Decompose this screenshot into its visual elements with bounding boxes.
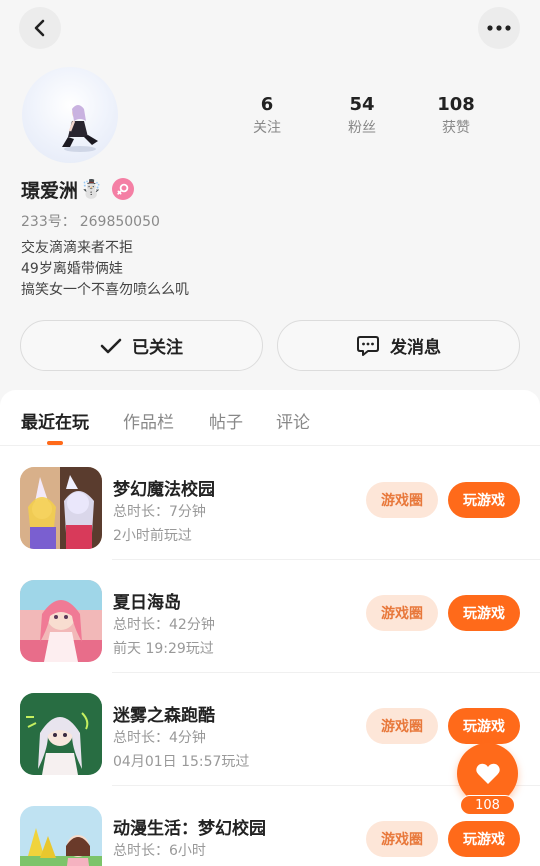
profile-header: 6 关注 54 粉丝 108 获赞 璟爱洲 ☃️ 233号： 269850050 … [0,0,540,390]
stat-label: 关注 [253,120,281,136]
bio-line: 49岁离婚带俩娃 [21,261,123,277]
stat-value: 6 [260,94,274,115]
game-icon-image[interactable] [20,580,102,662]
stat-likes[interactable]: 108 获赞 [416,94,496,140]
game-last-played: 2小时前玩过 [113,528,192,544]
content-panel: 最近在玩 作品栏 帖子 评论 梦幻魔法校园 总时长：7分钟 2小时前玩过 游戏圈… [0,390,540,866]
game-icon-image[interactable] [20,693,102,775]
followed-label: 已关注 [132,338,183,358]
game-circle-button[interactable]: 游戏圈 [366,708,438,744]
play-game-button[interactable]: 玩游戏 [448,595,520,631]
game-duration: 总时长：42分钟 [113,617,215,633]
game-last-played: 前天 19:29玩过 [113,641,214,657]
like-count: 108 [460,795,515,815]
tab-recently-played[interactable]: 最近在玩 [21,408,89,433]
tab-comments[interactable]: 评论 [276,408,310,433]
stat-label: 获赞 [442,120,470,136]
more-horizontal-icon [487,25,511,31]
stat-following[interactable]: 6 关注 [227,94,307,140]
stat-fans[interactable]: 54 粉丝 [322,94,402,140]
bio-line: 交友滴滴来者不拒 [21,240,133,256]
play-game-button[interactable]: 玩游戏 [448,708,520,744]
play-game-button[interactable]: 玩游戏 [448,482,520,518]
more-button[interactable] [478,7,520,49]
game-title: 动漫生活：梦幻校园 [113,819,266,839]
uid-value: 269850050 [79,214,160,230]
game-title: 梦幻魔法校园 [113,480,215,500]
name-row: 璟爱洲 ☃️ [21,176,135,202]
game-list-item[interactable]: 动漫生活：梦幻校园 总时长：6小时 游戏圈 玩游戏 [0,786,540,866]
uid-label: 233号： [21,214,76,230]
heart-icon [475,763,500,784]
tab-works[interactable]: 作品栏 [123,408,174,433]
play-game-button[interactable]: 玩游戏 [448,821,520,857]
stat-value: 108 [437,94,475,115]
user-name: 璟爱洲 [21,179,79,202]
game-duration: 总时长：7分钟 [113,504,206,520]
name-emoji: ☃️ [80,178,103,200]
game-duration: 总时长：6小时 [113,843,206,859]
game-circle-button[interactable]: 游戏圈 [366,821,438,857]
game-icon-image[interactable] [20,467,102,549]
stat-value: 54 [349,94,375,115]
chevron-left-icon [34,19,45,37]
game-last-played: 04月01日 15:57玩过 [113,754,250,770]
user-id[interactable]: 233号： 269850050 [21,211,160,231]
check-icon [100,338,122,353]
game-list-item[interactable]: 梦幻魔法校园 总时长：7分钟 2小时前玩过 游戏圈 玩游戏 [0,447,540,560]
game-title: 迷雾之森跑酷 [113,706,215,726]
tab-posts[interactable]: 帖子 [209,408,243,433]
game-circle-button[interactable]: 游戏圈 [366,595,438,631]
game-list-item[interactable]: 夏日海岛 总时长：42分钟 前天 19:29玩过 游戏圈 玩游戏 [0,560,540,673]
game-icon-image[interactable] [20,806,102,866]
female-icon [112,178,135,200]
followed-button[interactable]: 已关注 [20,320,263,371]
avatar[interactable] [22,67,118,163]
game-circle-button[interactable]: 游戏圈 [366,482,438,518]
bio-line: 搞笑女一个不喜勿喷么么叽 [21,282,189,298]
game-duration: 总时长：4分钟 [113,730,206,746]
stat-label: 粉丝 [348,120,376,136]
game-title: 夏日海岛 [113,593,181,613]
send-message-button[interactable]: 发消息 [277,320,520,371]
chat-bubble-icon [357,335,379,356]
send-message-label: 发消息 [390,338,441,358]
user-bio: 交友滴滴来者不拒 49岁离婚带俩娃 搞笑女一个不喜勿喷么么叽 [21,238,189,301]
avatar-image [62,105,98,152]
back-button[interactable] [19,7,61,49]
tab-bar: 最近在玩 作品栏 帖子 评论 [0,390,540,446]
tab-indicator [47,441,63,445]
